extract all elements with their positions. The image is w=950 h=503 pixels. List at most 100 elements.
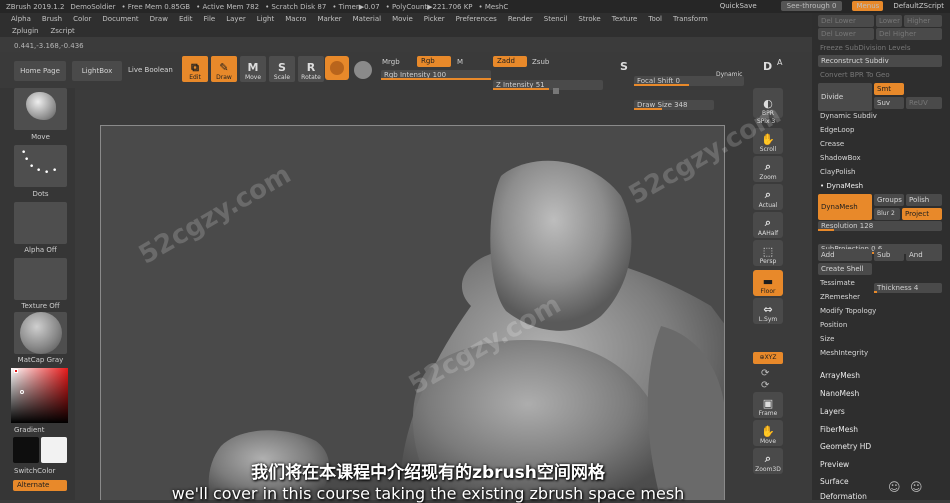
surface-item[interactable]: Surface	[816, 476, 942, 488]
stroke-thumbnail[interactable]: • • • • • •	[14, 145, 67, 187]
blur-slider[interactable]: Blur 2	[874, 208, 900, 220]
s-button[interactable]: S	[620, 60, 628, 73]
menu-document[interactable]: Document	[102, 15, 138, 23]
meshintegrity-item[interactable]: MeshIntegrity	[816, 347, 942, 359]
menu-preferences[interactable]: Preferences	[456, 15, 497, 23]
groups-button[interactable]: Groups	[874, 194, 904, 206]
rotate-z-icon[interactable]: ⟳	[761, 380, 769, 391]
zsub-button[interactable]: Zsub	[532, 58, 549, 66]
canvas-handle-icon[interactable]	[553, 88, 559, 94]
color-picker[interactable]	[11, 368, 68, 423]
menu-draw[interactable]: Draw	[150, 15, 168, 23]
zremesher-item[interactable]: ZRemesher	[816, 291, 942, 303]
main-color-swatch[interactable]	[13, 437, 39, 463]
menu-picker[interactable]: Picker	[424, 15, 445, 23]
draw-size-slider[interactable]: Draw Size 348	[634, 100, 714, 110]
a-button[interactable]: A	[777, 58, 782, 67]
higher-button[interactable]: Higher	[904, 15, 942, 27]
rotate-y-icon[interactable]: ⟳	[761, 368, 769, 379]
smt-button[interactable]: Smt	[874, 83, 904, 95]
and-button[interactable]: And	[906, 249, 942, 261]
menu-color[interactable]: Color	[73, 15, 91, 23]
dynamesh-header[interactable]: • DynaMesh	[816, 180, 942, 192]
menu-stencil[interactable]: Stencil	[544, 15, 568, 23]
polish-button[interactable]: Polish	[906, 194, 942, 206]
add-button[interactable]: Add	[818, 249, 872, 261]
live-boolean-button[interactable]: Live Boolean	[128, 66, 173, 74]
menu-zplugin[interactable]: Zplugin	[12, 27, 38, 35]
rgb-intensity-slider[interactable]: Rgb Intensity 100	[381, 70, 491, 80]
menu-edit[interactable]: Edit	[179, 15, 193, 23]
reconstruct-subdiv-button[interactable]: Reconstruct Subdiv	[818, 55, 942, 67]
menu-transform[interactable]: Transform	[673, 15, 708, 23]
deformation-item[interactable]: Deformation	[816, 491, 942, 503]
draw-button[interactable]: ✎ Draw	[211, 56, 237, 82]
scale-button[interactable]: S Scale	[269, 56, 295, 82]
lsym-button[interactable]: ⇔ L.Sym	[753, 298, 783, 324]
actual-button[interactable]: ⌕ Actual	[753, 184, 783, 210]
arraymesh-item[interactable]: ArrayMesh	[816, 370, 942, 382]
quicksave-button[interactable]: QuickSave	[720, 2, 757, 10]
default-zscript-button[interactable]: DefaultZScript	[893, 2, 944, 10]
menu-brush[interactable]: Brush	[42, 15, 62, 23]
brush-thumbnail[interactable]	[14, 88, 67, 130]
divide-button[interactable]: Divide	[818, 83, 872, 111]
rgb-button[interactable]: Rgb	[417, 56, 451, 67]
create-shell-button[interactable]: Create Shell	[818, 263, 872, 275]
size-item[interactable]: Size	[816, 333, 942, 345]
sub-button[interactable]: Sub	[874, 249, 904, 261]
layers-item[interactable]: Layers	[816, 406, 942, 418]
lightbox-button[interactable]: LightBox	[72, 61, 122, 81]
aahalf-button[interactable]: ⌕ AAHalf	[753, 212, 783, 238]
dynamic-button[interactable]: Dynamic	[716, 71, 742, 78]
menu-render[interactable]: Render	[508, 15, 533, 23]
del-lower-button[interactable]: Del Lower	[818, 15, 874, 27]
crease-item[interactable]: Crease	[816, 138, 942, 150]
menu-marker[interactable]: Marker	[317, 15, 341, 23]
shadowbox-item[interactable]: ShadowBox	[816, 152, 942, 164]
material-swatch-button[interactable]	[325, 56, 349, 80]
menu-texture[interactable]: Texture	[612, 15, 638, 23]
move-button[interactable]: M Move	[240, 56, 266, 82]
fibermesh-item[interactable]: FiberMesh	[816, 424, 942, 436]
mrgb-button[interactable]: Mrgb	[382, 58, 400, 66]
geometry-hd-item[interactable]: Geometry HD	[816, 441, 942, 453]
del-higher-button[interactable]: Del Higher	[876, 28, 942, 40]
see-through-slider[interactable]: See-through 0	[780, 1, 843, 11]
zadd-button[interactable]: Zadd	[493, 56, 527, 67]
project-button[interactable]: Project	[902, 208, 942, 220]
alpha-thumbnail[interactable]	[14, 202, 67, 244]
material-thumbnail[interactable]	[14, 312, 67, 354]
menu-layer[interactable]: Layer	[226, 15, 246, 23]
menu-movie[interactable]: Movie	[392, 15, 413, 23]
menu-material[interactable]: Material	[353, 15, 381, 23]
gradient-label[interactable]: Gradient	[14, 426, 44, 434]
claypolish-item[interactable]: ClayPolish	[816, 166, 942, 178]
alternate-button[interactable]: Alternate	[13, 480, 67, 491]
menu-macro[interactable]: Macro	[285, 15, 306, 23]
z-intensity-slider[interactable]: Z Intensity 51	[493, 80, 603, 90]
m-button[interactable]: M	[457, 58, 463, 66]
convert-bpr-button[interactable]: Convert BPR To Geo	[816, 69, 942, 81]
preview-item[interactable]: Preview	[816, 459, 942, 471]
move-view-button[interactable]: ✋ Move	[753, 420, 783, 446]
zoom3d-button[interactable]: ⌕ Zoom3D	[753, 448, 783, 474]
secondary-color-swatch[interactable]	[41, 437, 67, 463]
xyz-button[interactable]: ⊕XYZ	[753, 352, 783, 364]
texture-thumbnail[interactable]	[14, 258, 67, 300]
material-sphere-icon[interactable]	[354, 61, 372, 79]
zoom-button[interactable]: ⌕ Zoom	[753, 156, 783, 182]
menu-alpha[interactable]: Alpha	[11, 15, 31, 23]
reuv-button[interactable]: ReUV	[906, 97, 942, 109]
edgeloop-item[interactable]: EdgeLoop	[816, 124, 942, 136]
menus-button[interactable]: Menus	[852, 1, 884, 11]
freeze-subdiv-button[interactable]: Freeze SubDivision Levels	[816, 42, 942, 54]
menu-stroke[interactable]: Stroke	[578, 15, 600, 23]
lower-button[interactable]: Lower	[876, 15, 902, 27]
tessimate-item[interactable]: Tessimate	[816, 277, 942, 289]
nanomesh-item[interactable]: NanoMesh	[816, 388, 942, 400]
modify-topology-item[interactable]: Modify Topology	[816, 305, 942, 317]
dynamesh-button[interactable]: DynaMesh	[818, 194, 872, 220]
d-button[interactable]: D	[763, 60, 772, 73]
menu-file[interactable]: File	[204, 15, 216, 23]
